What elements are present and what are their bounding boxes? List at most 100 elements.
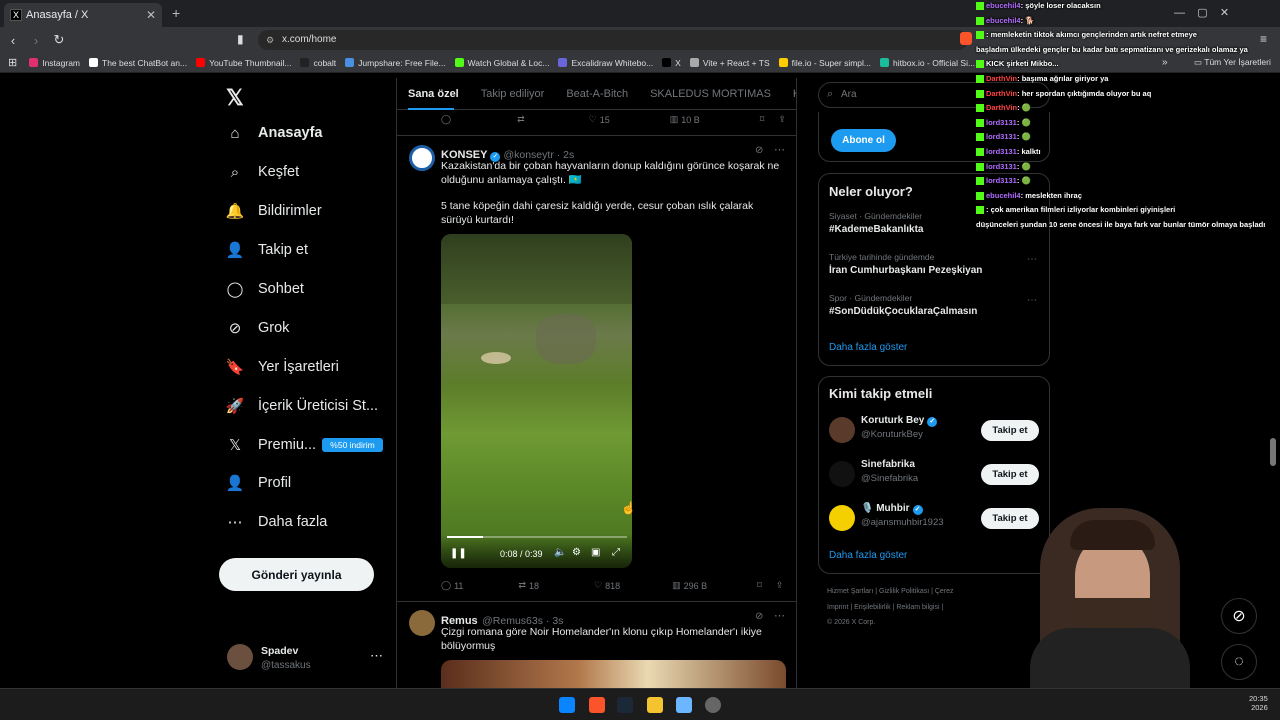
share-icon[interactable]: ⇪ — [778, 114, 786, 125]
bookmark-item[interactable]: file.io - Super simpl... — [778, 58, 871, 68]
chat-username[interactable]: DarthVin — [986, 74, 1017, 83]
obs-icon[interactable] — [705, 697, 721, 713]
messages-float-icon[interactable]: ◌ — [1221, 644, 1257, 680]
photos-icon[interactable] — [676, 697, 692, 713]
post-button[interactable]: Gönderi yayınla — [219, 558, 374, 591]
site-info-icon[interactable]: ⚙ — [266, 30, 274, 50]
grok-tweet-icon[interactable]: ⊘ — [755, 611, 763, 622]
grok-float-icon[interactable]: ⊘ — [1221, 598, 1257, 634]
chat-username[interactable]: lord3131 — [986, 147, 1017, 156]
follow-name[interactable]: Koruturk Bey ✓ — [861, 415, 940, 427]
bookmark-item[interactable]: cobalt — [300, 58, 336, 68]
tab-for-you[interactable]: Sana özel — [397, 78, 470, 109]
clock[interactable]: 20:35 2026 — [1249, 694, 1268, 712]
bookmark-page-icon[interactable]: ▮ — [237, 32, 244, 46]
address-bar[interactable]: ⚙ x.com/home — [258, 30, 968, 50]
brave-icon[interactable] — [589, 697, 605, 713]
chat-username[interactable]: ebucehil4 — [986, 191, 1021, 200]
account-more-icon[interactable]: ⋯ — [370, 648, 383, 664]
video-progress-track[interactable] — [447, 536, 627, 538]
chat-username[interactable]: DarthVin — [986, 89, 1017, 98]
brave-shield-icon[interactable] — [960, 32, 972, 45]
tweet-more-icon[interactable]: ⋯ — [774, 609, 785, 622]
tab-skaledus[interactable]: SKALEDUS MORTIMAS — [639, 78, 782, 109]
bookmark-item[interactable]: Instagram — [29, 58, 80, 68]
retweet-icon[interactable]: ⇄ — [517, 114, 525, 125]
apps-icon[interactable]: ⊞ — [8, 56, 17, 69]
avatar[interactable] — [829, 505, 855, 531]
show-more-trends[interactable]: Daha fazla göster — [829, 342, 907, 353]
trend-name[interactable]: #KademeBakanlıkta — [829, 224, 924, 235]
trend-name[interactable]: #SonDüdükÇocuklaraÇalmasın — [829, 306, 977, 317]
bookmark-item[interactable]: YouTube Thumbnail... — [196, 58, 291, 68]
trend-more-icon[interactable]: ⋯ — [1027, 254, 1037, 265]
bookmark-item[interactable]: Watch Global & Loc... — [454, 58, 549, 68]
like-icon[interactable]: ♡ — [589, 114, 597, 125]
chat-username[interactable]: KICK — [986, 59, 1004, 68]
nav-item-chat[interactable]: ◯ Sohbet — [226, 280, 304, 298]
footer-links-2[interactable]: Imprint | Erişilebilirlik | Reklam bilgi… — [827, 604, 943, 611]
chat-username[interactable]: ebucehil4 — [986, 16, 1021, 25]
forward-icon[interactable]: › — [26, 33, 46, 48]
grok-tweet-icon[interactable]: ⊘ — [755, 145, 763, 156]
like-icon[interactable]: ♡ — [594, 580, 602, 591]
steam-icon[interactable] — [617, 697, 633, 713]
settings-icon[interactable]: ⚙ — [572, 547, 581, 558]
bookmark-item[interactable]: Vite + React + TS — [689, 58, 770, 68]
new-tab-icon[interactable]: + — [172, 5, 180, 21]
follow-name[interactable]: 🎙️ Muhbir ✓ — [861, 503, 926, 515]
chat-username[interactable]: ebucehil4 — [986, 1, 1021, 10]
follow-button[interactable]: Takip et — [981, 420, 1039, 441]
reply-icon[interactable]: ◯ — [441, 580, 451, 591]
tweet-more-icon[interactable]: ⋯ — [774, 143, 785, 156]
bookmark-item[interactable]: Jumpshare: Free File... — [345, 58, 446, 68]
tweet-image[interactable] — [441, 660, 786, 688]
avatar[interactable] — [829, 417, 855, 443]
bookmark-icon[interactable]: ⌑ — [760, 114, 765, 125]
chat-username[interactable]: lord3131 — [986, 176, 1017, 185]
bookmark-item[interactable]: X — [662, 58, 681, 68]
trend-more-icon[interactable]: ⋯ — [1027, 295, 1037, 306]
trend-name[interactable]: İran Cumhurbaşkanı Pezeşkiyan — [829, 265, 982, 276]
nav-item-x-premium[interactable]: 𝕏 Premiu... — [226, 436, 316, 454]
pip-icon[interactable]: ▣ — [591, 547, 600, 558]
close-tab-icon[interactable]: ✕ — [146, 8, 156, 22]
nav-item-grok[interactable]: ⊘ Grok — [226, 319, 290, 337]
reply-icon[interactable]: ◯ — [441, 114, 451, 125]
show-more-follow[interactable]: Daha fazla göster — [829, 550, 907, 561]
windows-start-icon[interactable] — [559, 697, 575, 713]
subscribe-button[interactable]: Abone ol — [831, 129, 896, 152]
back-icon[interactable]: ‹ — [3, 33, 23, 48]
bookmark-item[interactable]: hitbox.io - Official Si... — [880, 58, 975, 68]
browser-tab[interactable]: X Anasayfa / X ✕ — [4, 3, 162, 27]
nav-item-home[interactable]: ⌂ Anasayfa — [226, 124, 322, 142]
nav-item-bell[interactable]: 🔔 Bildirimler — [226, 202, 322, 220]
volume-icon[interactable]: 🔈 — [554, 547, 566, 558]
reload-icon[interactable]: ↻ — [49, 32, 69, 48]
retweet-icon[interactable]: ⇄ — [518, 580, 526, 591]
nav-item-profile[interactable]: 👤 Profil — [226, 474, 291, 492]
bookmark-item[interactable]: Excalidraw Whitebo... — [558, 58, 653, 68]
nav-item-rocket[interactable]: 🚀 İçerik Üreticisi St... — [226, 397, 378, 415]
follow-name[interactable]: Sinefabrika — [861, 459, 915, 470]
tab-following[interactable]: Takip ediliyor — [470, 78, 556, 109]
views-icon[interactable]: ▥ — [670, 114, 679, 125]
folder-icon[interactable] — [647, 697, 663, 713]
nav-item-bookmark[interactable]: 🔖 Yer İşaretleri — [226, 358, 339, 376]
nav-item-search[interactable]: ⌕ Keşfet — [226, 163, 299, 181]
x-logo-icon[interactable]: 𝕏 — [226, 85, 244, 111]
nav-item-more[interactable]: ⋯ Daha fazla — [226, 513, 328, 531]
konsey-avatar[interactable] — [409, 145, 435, 171]
nav-item-add-user[interactable]: 👤 Takip et — [226, 241, 308, 259]
tab-kend[interactable]: Kend — [782, 78, 796, 109]
tab-beat-a-bitch[interactable]: Beat-A-Bitch — [555, 78, 639, 109]
chat-username[interactable]: lord3131 — [986, 162, 1017, 171]
bookmark-item[interactable]: The best ChatBot an... — [89, 58, 187, 68]
tweet-video[interactable]: ❚❚ 0:08 / 0:39 🔈 ⚙ ▣ ⤢ — [441, 234, 632, 568]
bookmark-icon[interactable]: ⌑ — [757, 580, 762, 591]
avatar[interactable] — [227, 644, 253, 670]
chat-username[interactable]: DarthVin — [986, 103, 1017, 112]
chat-username[interactable]: lord3131 — [986, 132, 1017, 141]
scrollbar[interactable] — [1270, 438, 1276, 466]
avatar[interactable] — [829, 461, 855, 487]
